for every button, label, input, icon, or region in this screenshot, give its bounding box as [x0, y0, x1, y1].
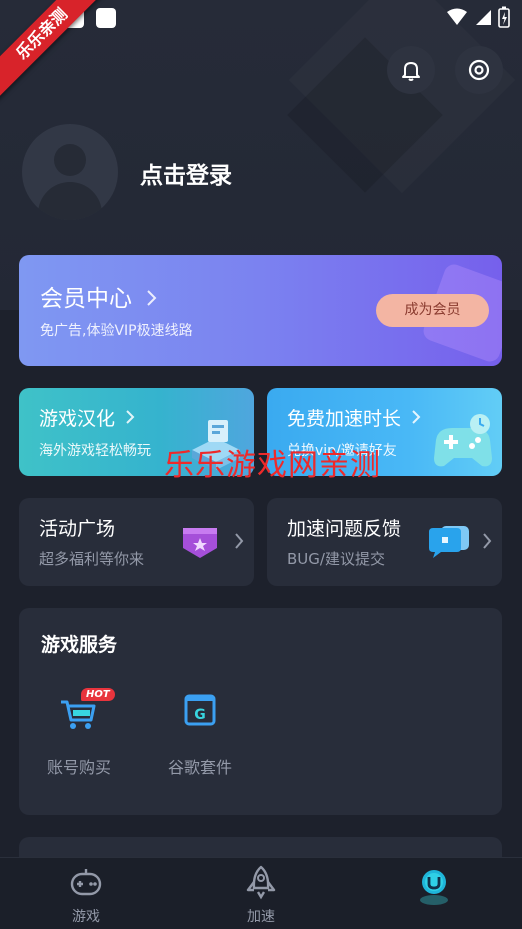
card-title: 加速问题反馈 — [287, 518, 402, 540]
avatar-head — [54, 144, 86, 176]
chevron-right-icon — [412, 410, 421, 424]
google-g-icon: G — [178, 688, 222, 732]
rocket-icon — [246, 865, 276, 900]
cart-icon: HOT — [57, 688, 115, 732]
become-member-button[interactable]: 成为会员 — [376, 294, 489, 327]
vip-subtitle: 免广告,体验VIP极速线路 — [40, 323, 193, 339]
chevron-right-icon — [126, 410, 135, 424]
avatar-body — [38, 182, 102, 220]
hot-badge: HOT — [81, 688, 115, 701]
service-label: 谷歌套件 — [167, 758, 232, 777]
vip-title-text: 会员中心 — [40, 286, 132, 312]
tab-label: 加速 — [247, 909, 275, 925]
status-notification-icon — [96, 8, 116, 28]
bottom-tab-bar: 游戏 加速 — [0, 857, 522, 929]
gamepad-icon — [70, 869, 102, 896]
wifi-icon — [447, 8, 467, 25]
tab-label: 游戏 — [72, 909, 100, 925]
service-google-suite[interactable]: G 谷歌套件 — [150, 688, 250, 778]
card-subtitle: BUG/建议提交 — [287, 550, 385, 568]
svg-text:G: G — [194, 707, 206, 723]
card-title: 游戏汉化 — [39, 404, 135, 431]
gift-box-icon — [183, 528, 217, 558]
notification-button[interactable] — [387, 46, 435, 94]
tab-games[interactable]: 游戏 — [41, 864, 131, 926]
settings-icon — [468, 59, 490, 81]
service-account-purchase[interactable]: HOT 账号购买 — [29, 688, 129, 778]
status-icons — [446, 6, 510, 28]
card-subtitle: 海外游戏轻松畅玩 — [39, 443, 151, 459]
bell-icon — [402, 62, 420, 81]
card-title-text: 免费加速时长 — [287, 408, 402, 430]
feedback-card[interactable]: 加速问题反馈 BUG/建议提交 — [267, 498, 502, 586]
watermark-overlay: 乐乐游戏网亲测 — [164, 448, 381, 483]
chevron-right-icon — [147, 290, 157, 306]
vip-title: 会员中心 — [40, 279, 157, 313]
chevron-right-icon — [235, 533, 244, 549]
vip-center-card[interactable]: 会员中心 免广告,体验VIP极速线路 成为会员 — [19, 255, 502, 366]
card-title: 活动广场 — [39, 518, 116, 540]
activity-square-card[interactable]: 活动广场 超多福利等你来 — [19, 498, 254, 586]
chevron-right-icon — [483, 533, 492, 549]
tab-profile[interactable] — [389, 864, 479, 914]
settings-button[interactable] — [455, 46, 503, 94]
section-title: 游戏服务 — [41, 634, 118, 656]
profile-u-icon — [420, 870, 448, 905]
game-services-panel: 游戏服务 HOT 账号购买 G 谷歌套件 — [19, 608, 502, 815]
signal-icon — [476, 10, 491, 25]
card-title: 免费加速时长 — [287, 404, 421, 431]
service-label: 账号购买 — [46, 758, 111, 777]
card-title-text: 游戏汉化 — [39, 408, 116, 430]
gamepad-clock-illustration-icon — [434, 414, 492, 467]
chat-bubble-icon — [429, 526, 469, 558]
login-link[interactable]: 点击登录 — [140, 156, 232, 190]
card-subtitle: 超多福利等你来 — [39, 550, 145, 568]
avatar[interactable] — [22, 124, 118, 220]
tab-accelerate[interactable]: 加速 — [216, 864, 306, 926]
battery-icon — [498, 6, 510, 28]
